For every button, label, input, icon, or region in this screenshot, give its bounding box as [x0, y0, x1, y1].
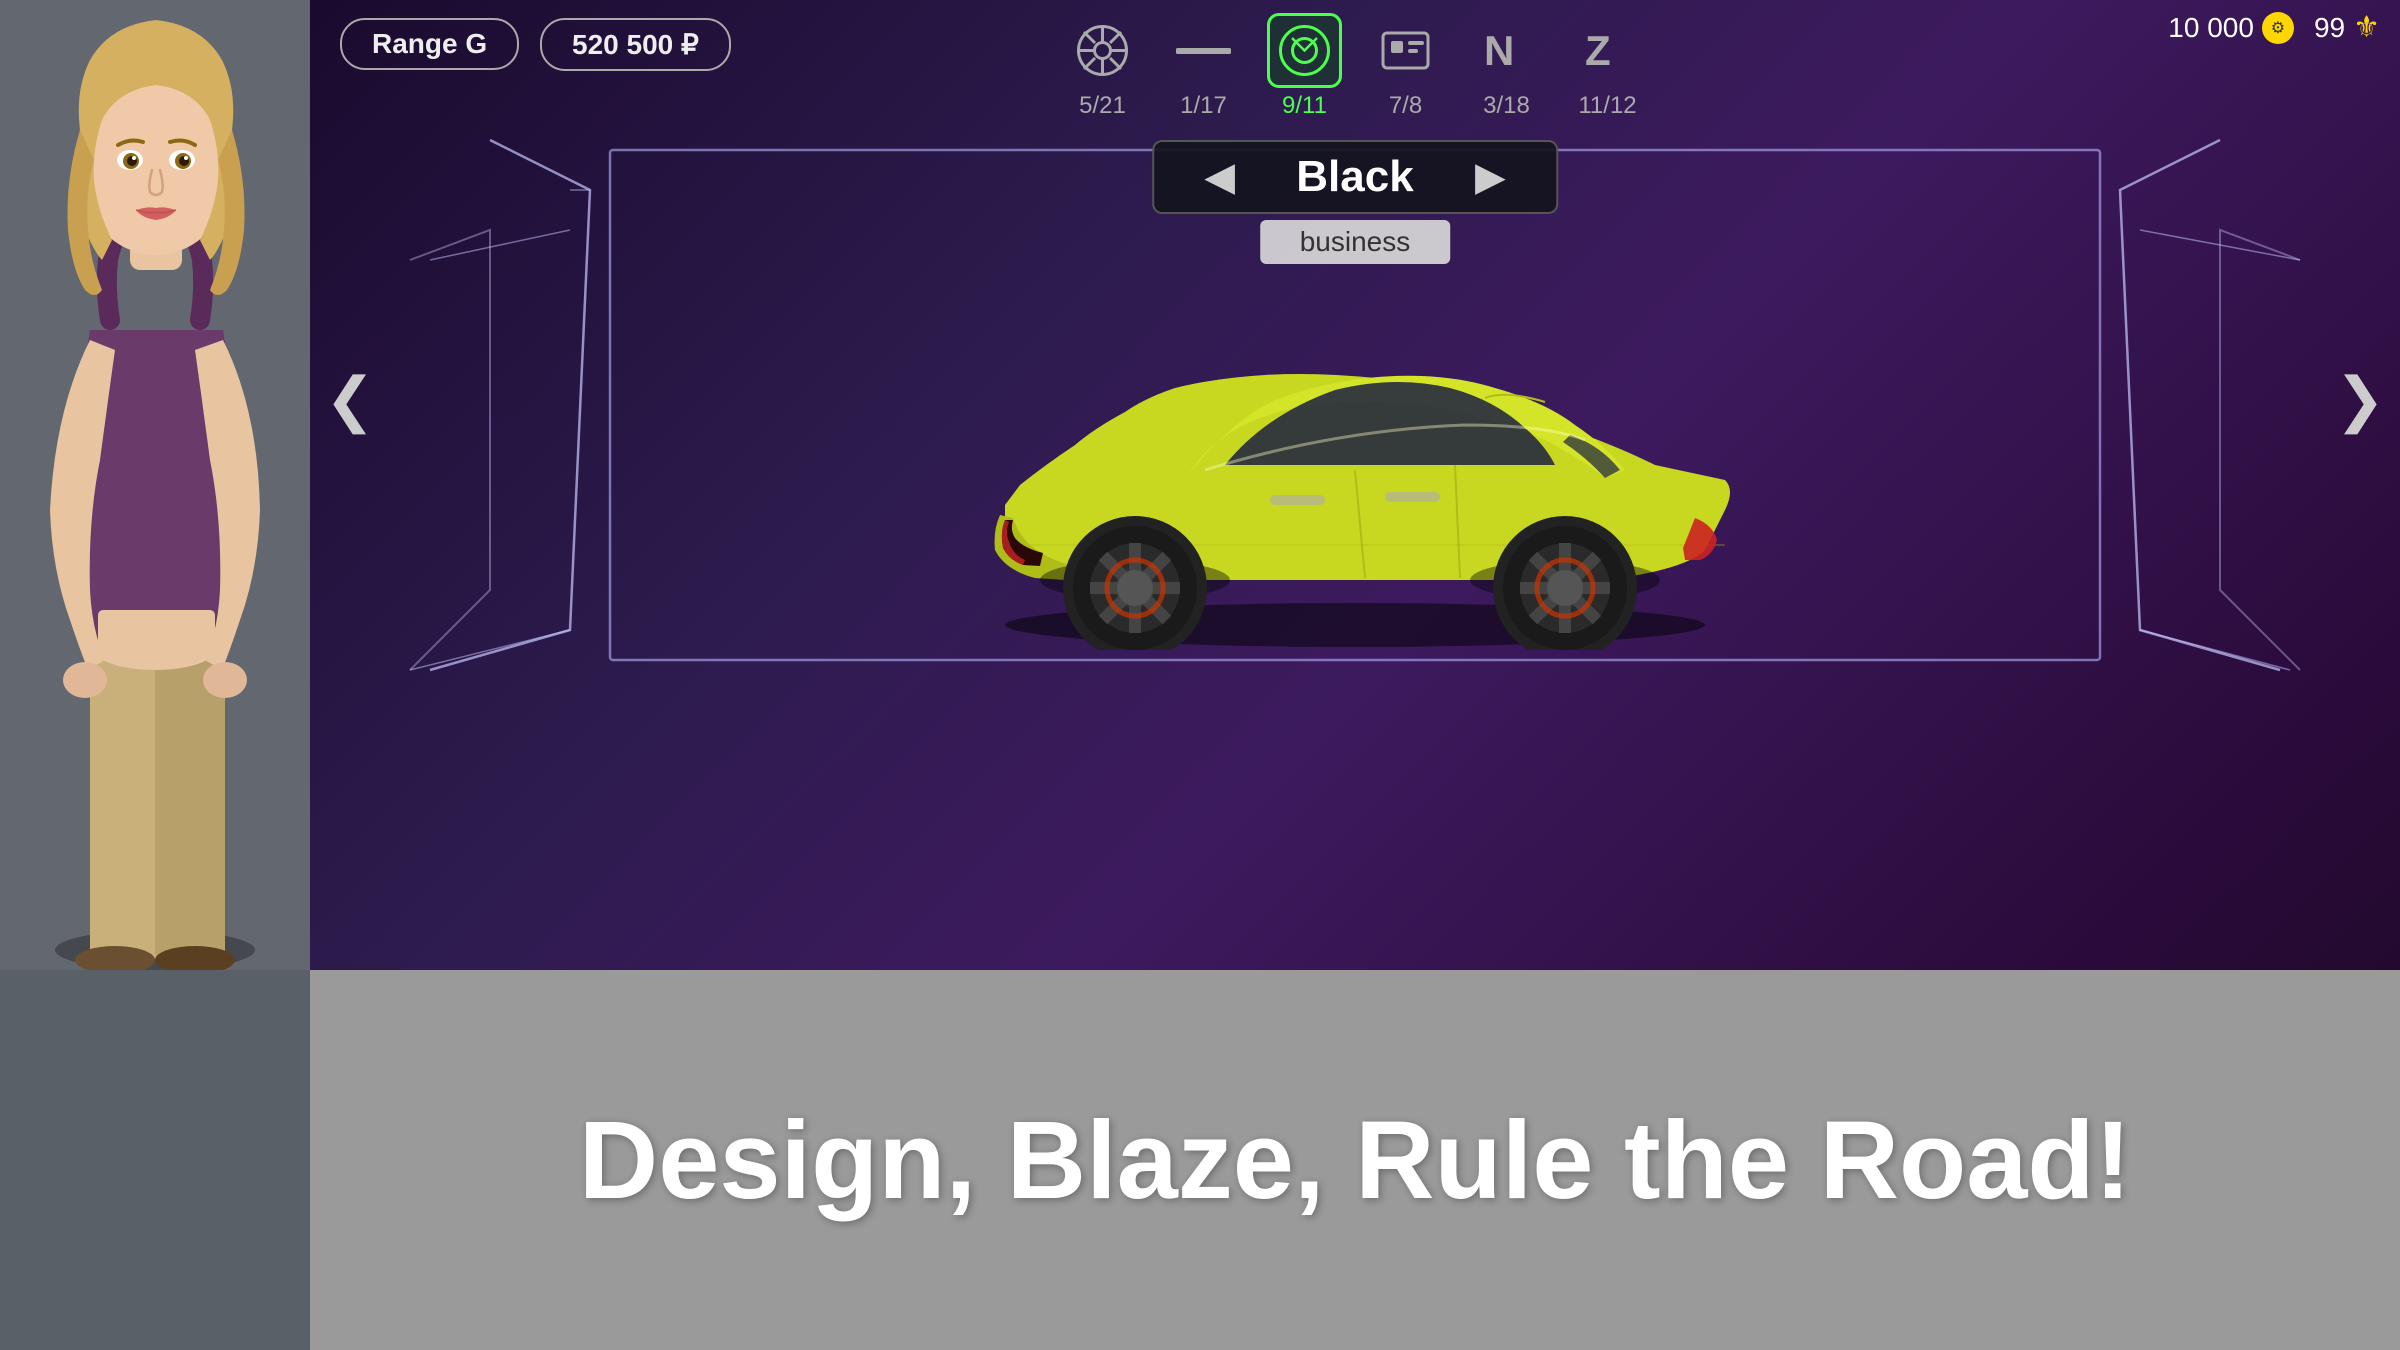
bottom-section: Design, Blaze, Rule the Road!: [310, 970, 2400, 1350]
color-name-text: Black: [1265, 152, 1445, 202]
neon-icon: N: [1469, 13, 1544, 88]
color-prev-button[interactable]: ◀: [1204, 157, 1235, 197]
color-label-area: ◀ Black ▶ business: [1152, 140, 1558, 264]
coins-display: 10 000 ⚙: [2168, 12, 2294, 44]
carousel-area: ◀ Black ▶ business: [310, 110, 2400, 690]
right-arrow-icon: ❯: [2335, 365, 2385, 435]
wheels-icon: [1065, 13, 1140, 88]
svg-text:N: N: [1484, 27, 1514, 74]
left-arrow-icon: ❮: [325, 365, 375, 435]
character-panel: [0, 0, 310, 970]
range-button[interactable]: Range G: [340, 18, 519, 70]
svg-text:Z: Z: [1585, 27, 1611, 74]
stripe-icon: [1166, 13, 1241, 88]
emblem-icon: [1267, 13, 1342, 88]
color-type-text: business: [1300, 226, 1411, 257]
special-icon: Z: [1570, 13, 1645, 88]
car-display: [905, 270, 1805, 690]
color-type-box: business: [1260, 220, 1451, 264]
main-game-area: Range G 520 500 ₽: [310, 0, 2400, 1350]
top-bar: Range G 520 500 ₽: [310, 0, 2400, 110]
gems-display: 99 ⚜: [2314, 10, 2380, 45]
gem-icon: ⚜: [2353, 10, 2380, 45]
color-name-box: ◀ Black ▶: [1152, 140, 1558, 214]
currency-area: 10 000 ⚙ 99 ⚜: [2168, 10, 2380, 45]
price-button[interactable]: 520 500 ₽: [540, 18, 731, 71]
tagline: Design, Blaze, Rule the Road!: [579, 1097, 2131, 1224]
nav-left-button[interactable]: ❮: [320, 360, 380, 440]
coin-icon: ⚙: [2262, 12, 2294, 44]
nav-right-button[interactable]: ❯: [2330, 360, 2390, 440]
gems-value: 99: [2314, 12, 2345, 44]
character-figure: [0, 10, 310, 970]
decal-icon: [1368, 13, 1443, 88]
color-next-button[interactable]: ▶: [1475, 157, 1506, 197]
coins-value: 10 000: [2168, 12, 2254, 44]
